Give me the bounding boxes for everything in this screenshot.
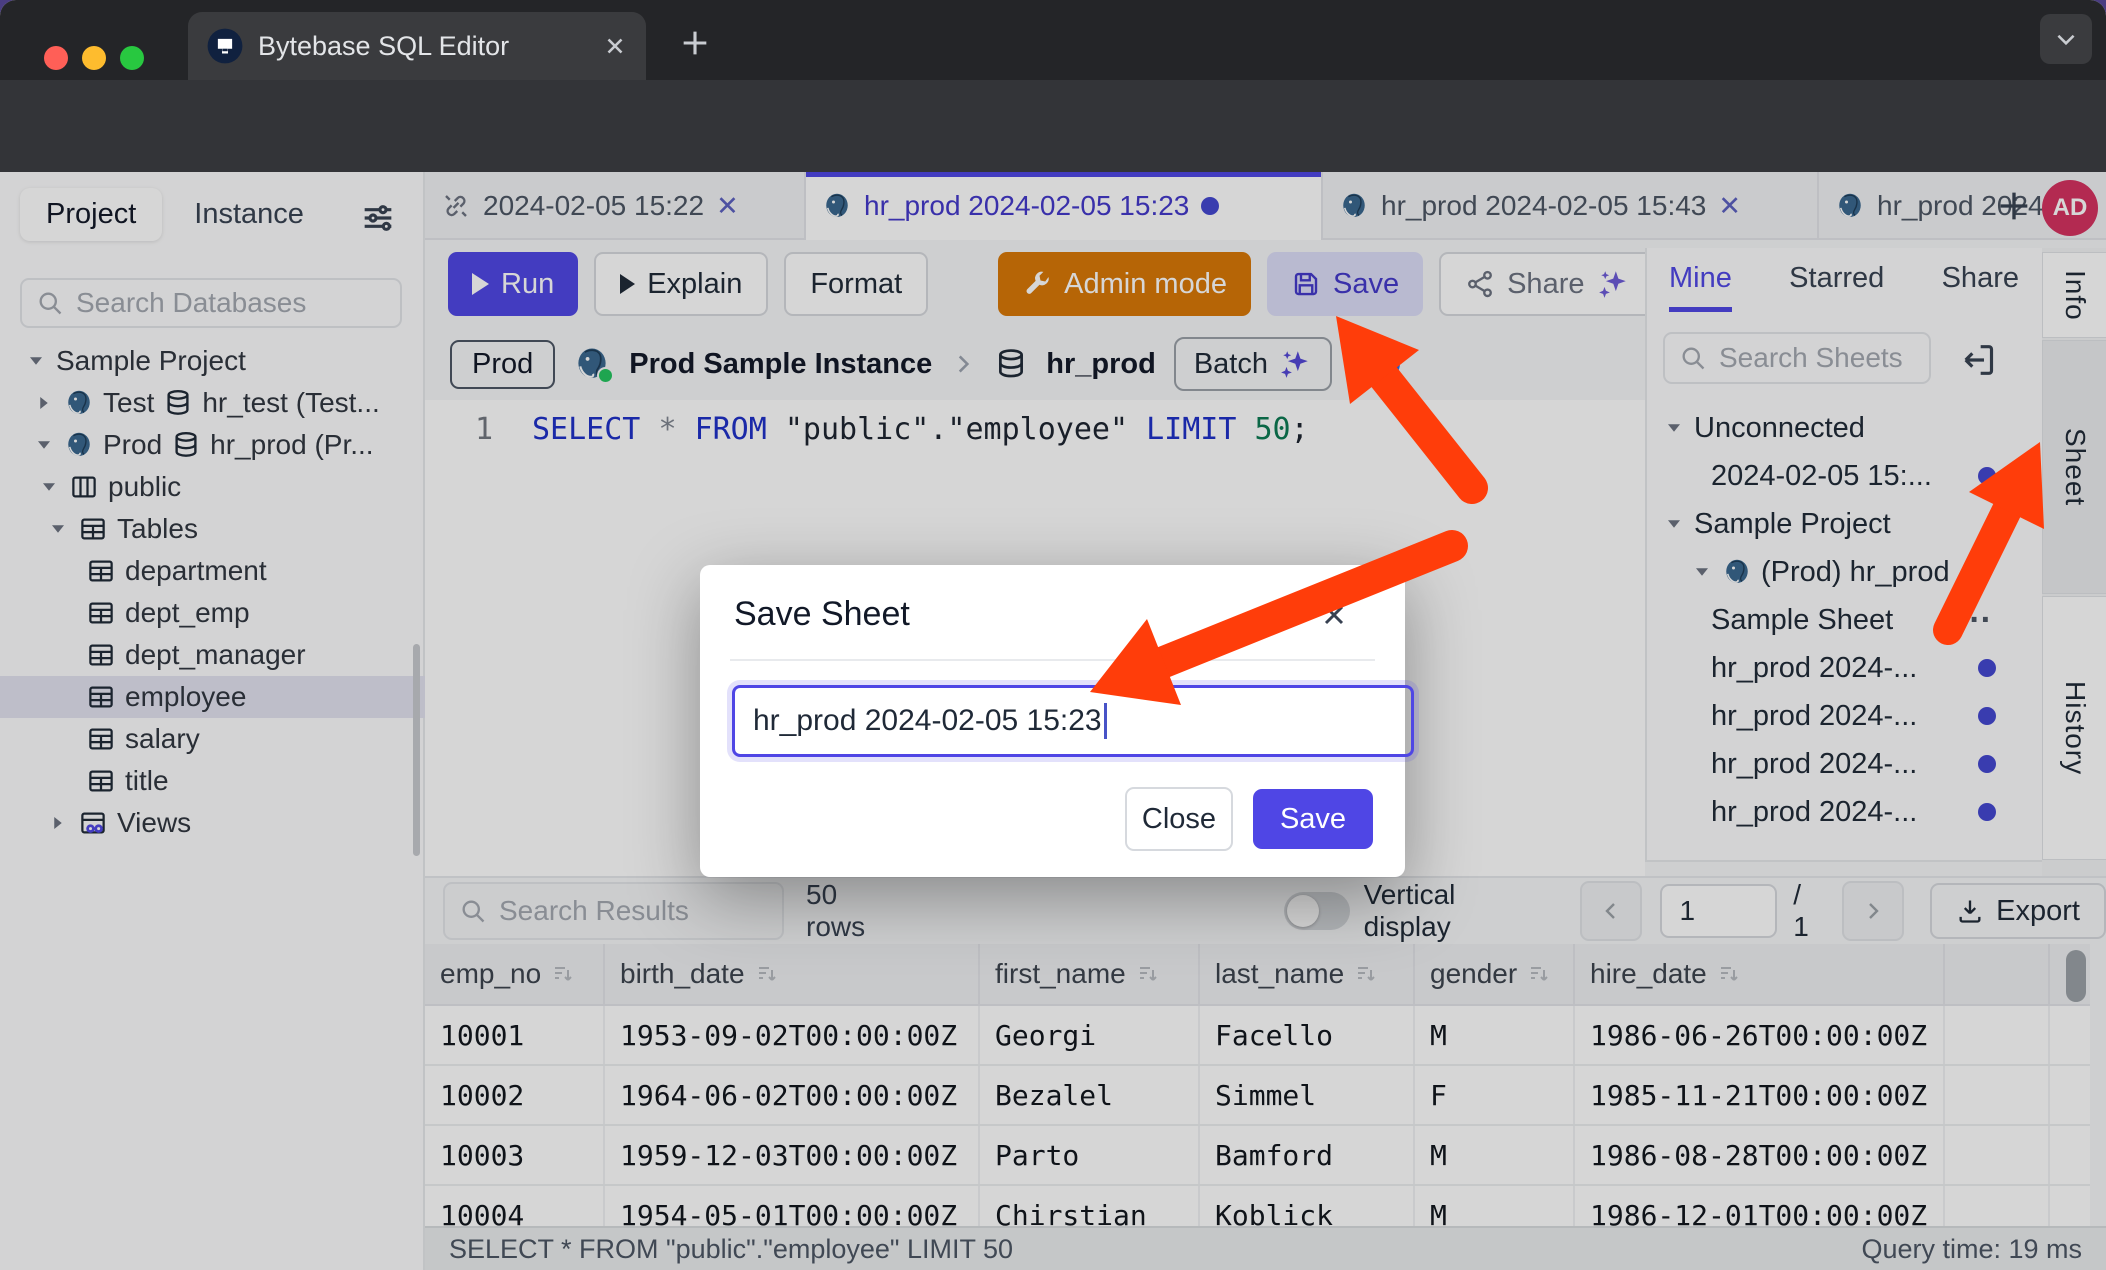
- dialog-close-button[interactable]: Close: [1125, 787, 1233, 851]
- dialog-title: Save Sheet: [734, 595, 910, 634]
- browser-tab[interactable]: Bytebase SQL Editor: [188, 12, 646, 80]
- browser-tab-strip: Bytebase SQL Editor: [0, 0, 2106, 80]
- bytebase-favicon: [206, 27, 244, 65]
- tab-search-chevron-button[interactable]: [2040, 14, 2092, 64]
- close-tab-icon[interactable]: [602, 33, 628, 59]
- dialog-divider: [730, 659, 1375, 661]
- window-controls: [44, 46, 144, 70]
- new-tab-button[interactable]: [678, 26, 712, 60]
- browser-tab-title: Bytebase SQL Editor: [258, 31, 588, 62]
- dialog-actions: Close Save: [1125, 787, 1373, 851]
- browser-window: Bytebase SQL Editor localhost:8080/sql-e…: [0, 0, 2106, 1270]
- text-cursor: [1104, 703, 1107, 739]
- sheet-name-input[interactable]: hr_prod 2024-02-05 15:23: [732, 685, 1414, 757]
- close-window-button[interactable]: [44, 46, 68, 70]
- dialog-save-button[interactable]: Save: [1253, 789, 1373, 849]
- minimize-window-button[interactable]: [82, 46, 106, 70]
- dialog-close-icon[interactable]: [1318, 599, 1350, 631]
- browser-toolbar: localhost:8080/sql-editor/prod-sample-in…: [0, 80, 2106, 172]
- save-sheet-dialog: Save Sheet hr_prod 2024-02-05 15:23 Clos…: [700, 565, 1405, 877]
- maximize-window-button[interactable]: [120, 46, 144, 70]
